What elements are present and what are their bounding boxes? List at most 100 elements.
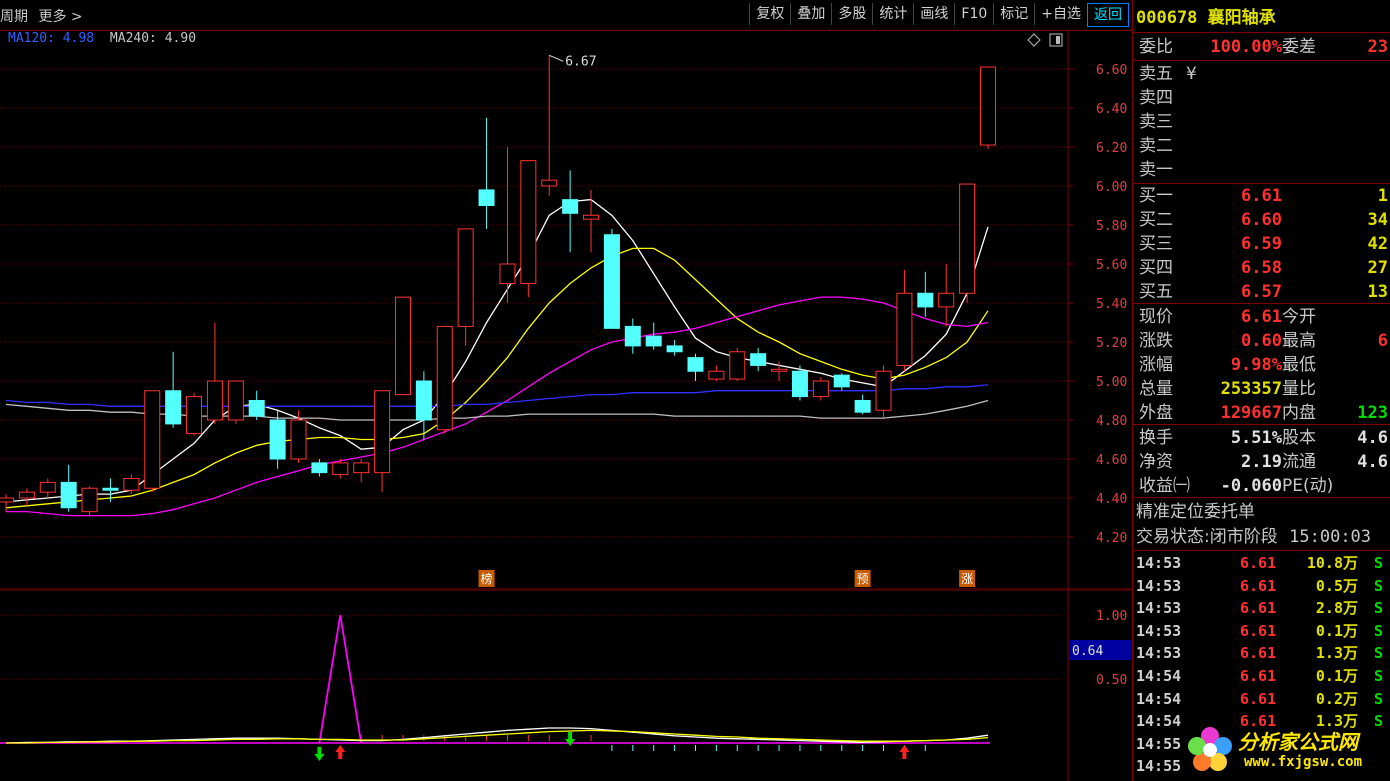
candle[interactable]	[666, 340, 683, 356]
sell-arrow-icon	[565, 732, 576, 746]
candle[interactable]	[980, 66, 996, 149]
candle[interactable]	[394, 296, 411, 396]
flower-petal	[1188, 737, 1206, 755]
stat-label: 今开	[1282, 307, 1316, 327]
high-price-label: 6.67	[565, 54, 596, 69]
diamond-icon[interactable]	[1027, 33, 1041, 47]
candle[interactable]	[206, 322, 223, 424]
candle[interactable]	[144, 390, 161, 493]
sell-level-row[interactable]: 卖二	[1136, 134, 1388, 158]
stat-label: 最高	[1282, 331, 1316, 351]
candle-body-up	[436, 325, 453, 431]
overlay-button[interactable]: 叠加	[790, 3, 831, 25]
statistics-button[interactable]: 统计	[872, 3, 913, 25]
indicator-tick-label: 1.00	[1096, 609, 1127, 624]
candle[interactable]	[60, 464, 77, 512]
candle[interactable]	[959, 183, 976, 303]
candle[interactable]	[708, 365, 725, 381]
candle[interactable]	[227, 380, 244, 424]
order-link[interactable]: 精准定位委托单	[1136, 500, 1255, 524]
buy-level-label: 买二	[1139, 210, 1173, 230]
candle[interactable]	[81, 486, 98, 516]
candle[interactable]	[917, 271, 934, 317]
multi-stock-button[interactable]: 多股	[831, 3, 872, 25]
buy-level-row[interactable]: 买三 6.59 42	[1136, 232, 1388, 256]
candle[interactable]	[436, 325, 453, 434]
currency-icon: ¥	[1186, 64, 1197, 84]
candle[interactable]	[624, 318, 641, 354]
candle[interactable]	[186, 392, 203, 436]
price-tick-label: 6.00	[1096, 180, 1127, 195]
tick-time: 14:53	[1136, 576, 1182, 595]
back-button[interactable]: 返回	[1087, 3, 1129, 27]
indicator-chart[interactable]: 1.00 0.50 0.64	[0, 590, 1132, 781]
candle[interactable]	[415, 371, 432, 440]
candle[interactable]	[457, 228, 474, 346]
sell-level-row[interactable]: 卖三	[1136, 110, 1388, 134]
buy-level-row[interactable]: 买五 6.57 13	[1136, 280, 1388, 304]
stat-value: 6	[1377, 331, 1388, 351]
more-menu[interactable]: 更多 >	[38, 9, 82, 25]
candle-body-up	[394, 296, 411, 396]
add-watchlist-button[interactable]: +自选	[1034, 3, 1087, 25]
candle[interactable]	[541, 55, 558, 196]
candle-body-up	[980, 66, 996, 146]
stock-title[interactable]: 000678 襄阳轴承	[1136, 6, 1276, 30]
mark-button[interactable]: 标记	[993, 3, 1034, 25]
sell-level-label: 卖二	[1139, 136, 1173, 156]
candle[interactable]	[938, 264, 955, 327]
candle[interactable]	[750, 347, 767, 372]
price-tick-label: 5.60	[1096, 258, 1127, 273]
candle[interactable]	[478, 117, 495, 229]
watermark: 分析家公式网 www.fxjgsw.com	[1184, 724, 1384, 776]
buy-arrow-icon	[899, 745, 910, 759]
restore-rights-button[interactable]: 复权	[749, 3, 790, 25]
sell-level-row[interactable]: 卖一	[1136, 158, 1388, 182]
candle[interactable]	[269, 410, 286, 469]
candle[interactable]	[18, 488, 35, 506]
sell-level-row[interactable]: 卖五 ¥	[1136, 62, 1388, 86]
tick-price: 6.61	[1240, 554, 1277, 572]
price-tick-label: 6.60	[1096, 63, 1127, 78]
candle[interactable]	[833, 373, 850, 391]
candle[interactable]	[729, 347, 746, 381]
price-tick-label: 4.20	[1096, 531, 1127, 546]
candle[interactable]	[875, 365, 892, 419]
candlestick-chart[interactable]: 6.67 榜 预 涨 6.60 6.40 6.20 6.00 5.80 5.60 5.40 5.20…	[0, 30, 1132, 590]
candle[interactable]	[248, 390, 265, 420]
period-menu[interactable]: 周期	[0, 9, 28, 25]
buy-volume: 27	[1367, 258, 1388, 278]
tick-row: 14:53 6.61 0.1万 S	[1136, 620, 1388, 642]
candle[interactable]	[562, 170, 579, 253]
candle[interactable]	[687, 353, 704, 381]
candle[interactable]	[374, 390, 391, 493]
candle[interactable]	[896, 269, 913, 372]
candle-body-up	[499, 263, 516, 284]
buy-level-row[interactable]: 买二 6.60 34	[1136, 208, 1388, 232]
divider	[1133, 32, 1390, 33]
candle[interactable]	[645, 322, 662, 350]
tick-volume: 1.3万	[1315, 644, 1358, 663]
f10-button[interactable]: F10	[954, 3, 993, 25]
candle[interactable]	[39, 478, 56, 499]
candle[interactable]	[583, 189, 600, 253]
candle-body-up	[227, 380, 244, 421]
sell-level-row[interactable]: 卖四	[1136, 86, 1388, 110]
buy-level-row[interactable]: 买四 6.58 27	[1136, 256, 1388, 280]
candle-body-up	[39, 481, 56, 493]
quote-stat-row: 涨跌 0.60 最高 6	[1136, 329, 1388, 353]
buy-level-row[interactable]: 买一 6.61 1	[1136, 184, 1388, 208]
candle[interactable]	[0, 494, 14, 512]
tick-price: 6.61	[1240, 667, 1277, 685]
candle[interactable]	[353, 459, 370, 483]
candle-body-down	[562, 199, 579, 214]
chart-corner-icons[interactable]	[1027, 33, 1063, 47]
candle[interactable]	[812, 377, 829, 401]
candle[interactable]	[603, 228, 620, 329]
candle-body-up	[206, 380, 223, 421]
draw-line-button[interactable]: 画线	[913, 3, 954, 25]
candle[interactable]	[311, 459, 328, 477]
candle[interactable]	[854, 394, 871, 415]
candle[interactable]	[165, 351, 182, 428]
candle[interactable]	[520, 160, 537, 298]
